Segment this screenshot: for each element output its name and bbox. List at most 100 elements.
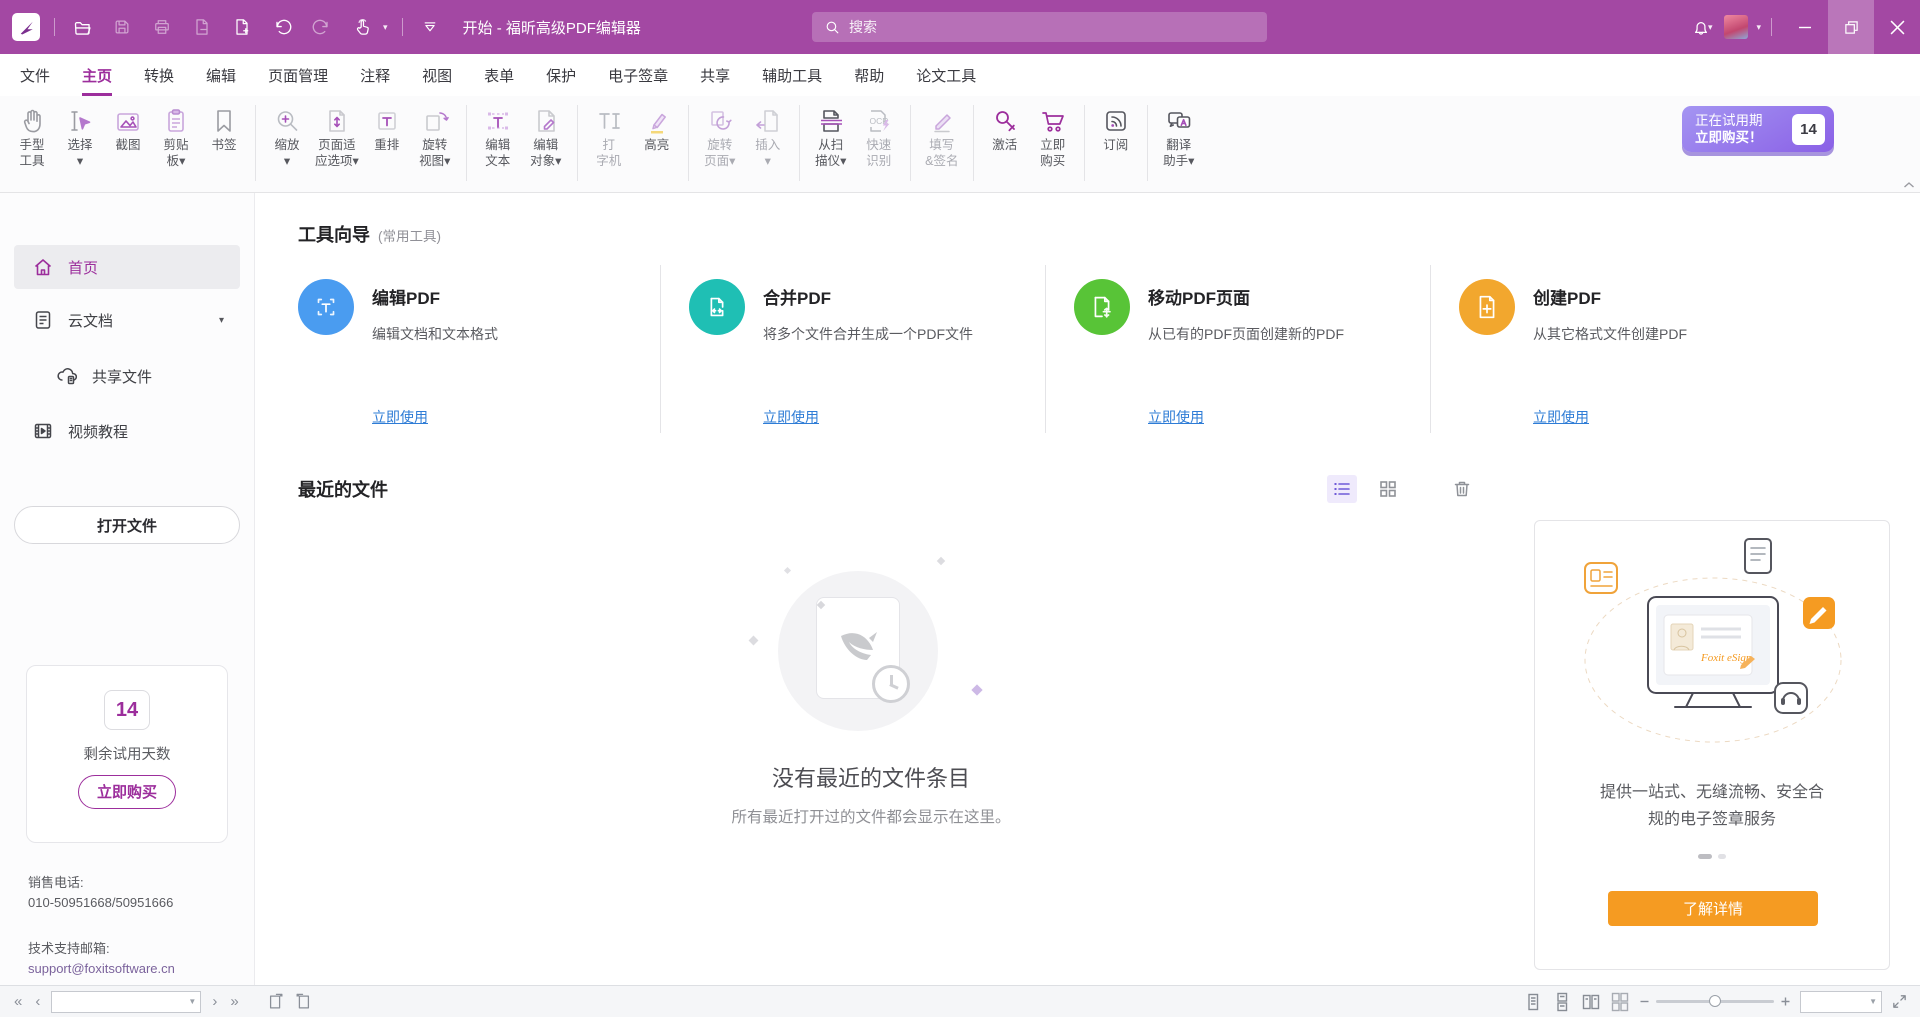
menu-convert[interactable]: 转换 xyxy=(144,54,174,96)
zoom-dropdown-caret-icon[interactable]: ▼ xyxy=(1865,997,1881,1006)
print-icon[interactable] xyxy=(149,14,175,40)
edit-object-button[interactable]: 编辑 对象▾ xyxy=(522,103,570,169)
open-file-button[interactable]: 打开文件 xyxy=(14,506,240,544)
empty-state-title: 没有最近的文件条目 xyxy=(615,761,1127,793)
clipboard-button[interactable]: 剪贴 板▾ xyxy=(152,103,200,169)
from-scanner-button[interactable]: 从扫 描仪▾ xyxy=(807,103,855,169)
use-now-link[interactable]: 立即使用 xyxy=(763,407,819,427)
menu-paper-tools[interactable]: 论文工具 xyxy=(916,54,976,96)
redo-icon[interactable] xyxy=(309,14,335,40)
toolbar-label: 打 xyxy=(603,137,616,153)
first-page-button[interactable]: « xyxy=(12,994,24,1009)
grid-view-button[interactable] xyxy=(1373,475,1403,503)
menu-home[interactable]: 主页 xyxy=(82,54,112,96)
use-now-link[interactable]: 立即使用 xyxy=(1533,407,1589,427)
restore-button[interactable] xyxy=(1828,0,1874,54)
account-caret-icon[interactable]: ▾ xyxy=(1756,22,1761,33)
menu-view[interactable]: 视图 xyxy=(422,54,452,96)
menu-edit[interactable]: 编辑 xyxy=(206,54,236,96)
menu-accessibility[interactable]: 辅助工具 xyxy=(762,54,822,96)
delete-page-icon[interactable] xyxy=(189,14,215,40)
minimize-button[interactable] xyxy=(1782,0,1828,54)
hand-tool-button[interactable]: 手型 工具 xyxy=(8,103,56,169)
menu-help[interactable]: 帮助 xyxy=(854,54,884,96)
rotate-page-button[interactable]: 旋转 页面▾ xyxy=(696,103,744,169)
touch-mode-caret-icon[interactable]: ▾ xyxy=(383,22,388,33)
previous-page-button[interactable]: ‹ xyxy=(33,994,42,1009)
continuous-view-button[interactable] xyxy=(1552,992,1572,1012)
sidebar-item-shared-files[interactable]: 共享文件 xyxy=(14,354,240,398)
menu-comment[interactable]: 注释 xyxy=(360,54,390,96)
rotate-view-button[interactable]: 旋转 视图▾ xyxy=(411,103,459,169)
clear-recent-trash-button[interactable] xyxy=(1447,475,1477,503)
list-view-button[interactable] xyxy=(1327,475,1357,503)
buy-now-button[interactable]: 立即 购买 xyxy=(1029,103,1077,169)
subscribe-button[interactable]: 订阅 xyxy=(1092,103,1140,153)
search-input[interactable] xyxy=(849,19,1255,35)
menu-esign[interactable]: 电子签章 xyxy=(608,54,668,96)
esign-promo-text: 提供一站式、无缝流畅、安全合 规的电子签章服务 xyxy=(1535,779,1889,833)
toolbar-label: 旋转 xyxy=(707,137,732,153)
support-email-link[interactable]: support@foxitsoftware.cn xyxy=(28,959,175,979)
trial-badge[interactable]: 正在试用期 立即购买！ 14 xyxy=(1682,106,1834,152)
close-button[interactable] xyxy=(1874,0,1920,54)
save-icon[interactable] xyxy=(109,14,135,40)
insert-page-button[interactable]: 插入 ▾ xyxy=(744,103,792,169)
last-page-button[interactable]: » xyxy=(228,994,240,1009)
next-view-button[interactable] xyxy=(294,993,312,1011)
fill-sign-button[interactable]: 填写 &签名 xyxy=(918,103,966,169)
zoom-slider-track[interactable] xyxy=(1656,1000,1774,1003)
zoom-out-icon[interactable] xyxy=(1639,996,1650,1007)
reflow-button[interactable]: 重排 xyxy=(363,103,411,153)
zoom-tool-button[interactable]: 缩放 ▾ xyxy=(263,103,311,169)
typewriter-button[interactable]: 打 字机 xyxy=(585,103,633,169)
user-avatar[interactable] xyxy=(1724,15,1748,39)
next-page-button[interactable]: › xyxy=(210,994,219,1009)
learn-more-button[interactable]: 了解详情 xyxy=(1608,891,1818,926)
undo-icon[interactable] xyxy=(269,14,295,40)
zoom-percent-box[interactable]: ▼ xyxy=(1800,991,1882,1013)
carousel-dot[interactable] xyxy=(1718,854,1726,859)
select-tool-button[interactable]: 选择 ▾ xyxy=(56,103,104,169)
global-search[interactable] xyxy=(812,12,1267,42)
new-document-icon[interactable] xyxy=(229,14,255,40)
translate-assistant-button[interactable]: 翻译 助手▾ xyxy=(1155,103,1203,169)
page-number-input[interactable] xyxy=(52,995,184,1009)
zoom-percent-input[interactable] xyxy=(1801,995,1865,1009)
buy-now-pill-button[interactable]: 立即购买 xyxy=(78,775,176,809)
zoom-in-icon[interactable] xyxy=(1780,996,1791,1007)
open-file-icon[interactable] xyxy=(69,14,95,40)
touch-mode-icon[interactable] xyxy=(349,14,375,40)
fullscreen-button[interactable] xyxy=(1891,993,1908,1010)
notifications-caret-icon[interactable]: ▾ xyxy=(1708,22,1713,33)
use-now-link[interactable]: 立即使用 xyxy=(1148,407,1204,427)
page-dropdown-caret-icon[interactable]: ▼ xyxy=(184,997,200,1006)
menu-protect[interactable]: 保护 xyxy=(546,54,576,96)
chevron-down-icon[interactable]: ▾ xyxy=(219,315,224,326)
sidebar-item-cloud-docs[interactable]: 云文档 ▾ xyxy=(14,298,240,342)
facing-continuous-view-button[interactable] xyxy=(1610,992,1630,1012)
facing-view-button[interactable] xyxy=(1581,992,1601,1012)
menu-page-organize[interactable]: 页面管理 xyxy=(268,54,328,96)
carousel-dot-active[interactable] xyxy=(1698,854,1712,859)
edit-text-button[interactable]: 编辑 文本 xyxy=(474,103,522,169)
toolbar-label: 手型 xyxy=(19,137,44,153)
previous-view-button[interactable] xyxy=(267,993,285,1011)
bookmark-button[interactable]: 书签 xyxy=(200,103,248,153)
menu-file[interactable]: 文件 xyxy=(20,54,50,96)
sidebar-item-video-tutorials[interactable]: 视频教程 xyxy=(14,409,240,453)
snapshot-button[interactable]: 截图 xyxy=(104,103,152,153)
menu-share[interactable]: 共享 xyxy=(700,54,730,96)
hide-ribbon-icon[interactable] xyxy=(417,14,443,40)
single-page-view-button[interactable] xyxy=(1523,992,1543,1012)
sidebar-item-home[interactable]: 首页 xyxy=(14,245,240,289)
highlight-button[interactable]: 高亮 xyxy=(633,103,681,153)
zoom-slider-knob[interactable] xyxy=(1709,995,1721,1007)
activate-button[interactable]: 激活 xyxy=(981,103,1029,153)
page-number-box[interactable]: ▼ xyxy=(51,991,201,1013)
menu-form[interactable]: 表单 xyxy=(484,54,514,96)
quick-ocr-button[interactable]: OCR 快速 识别 xyxy=(855,103,903,169)
page-fit-button[interactable]: 页面适 应选项▾ xyxy=(311,103,363,169)
use-now-link[interactable]: 立即使用 xyxy=(372,407,428,427)
scroll-up-icon[interactable] xyxy=(1903,181,1915,189)
